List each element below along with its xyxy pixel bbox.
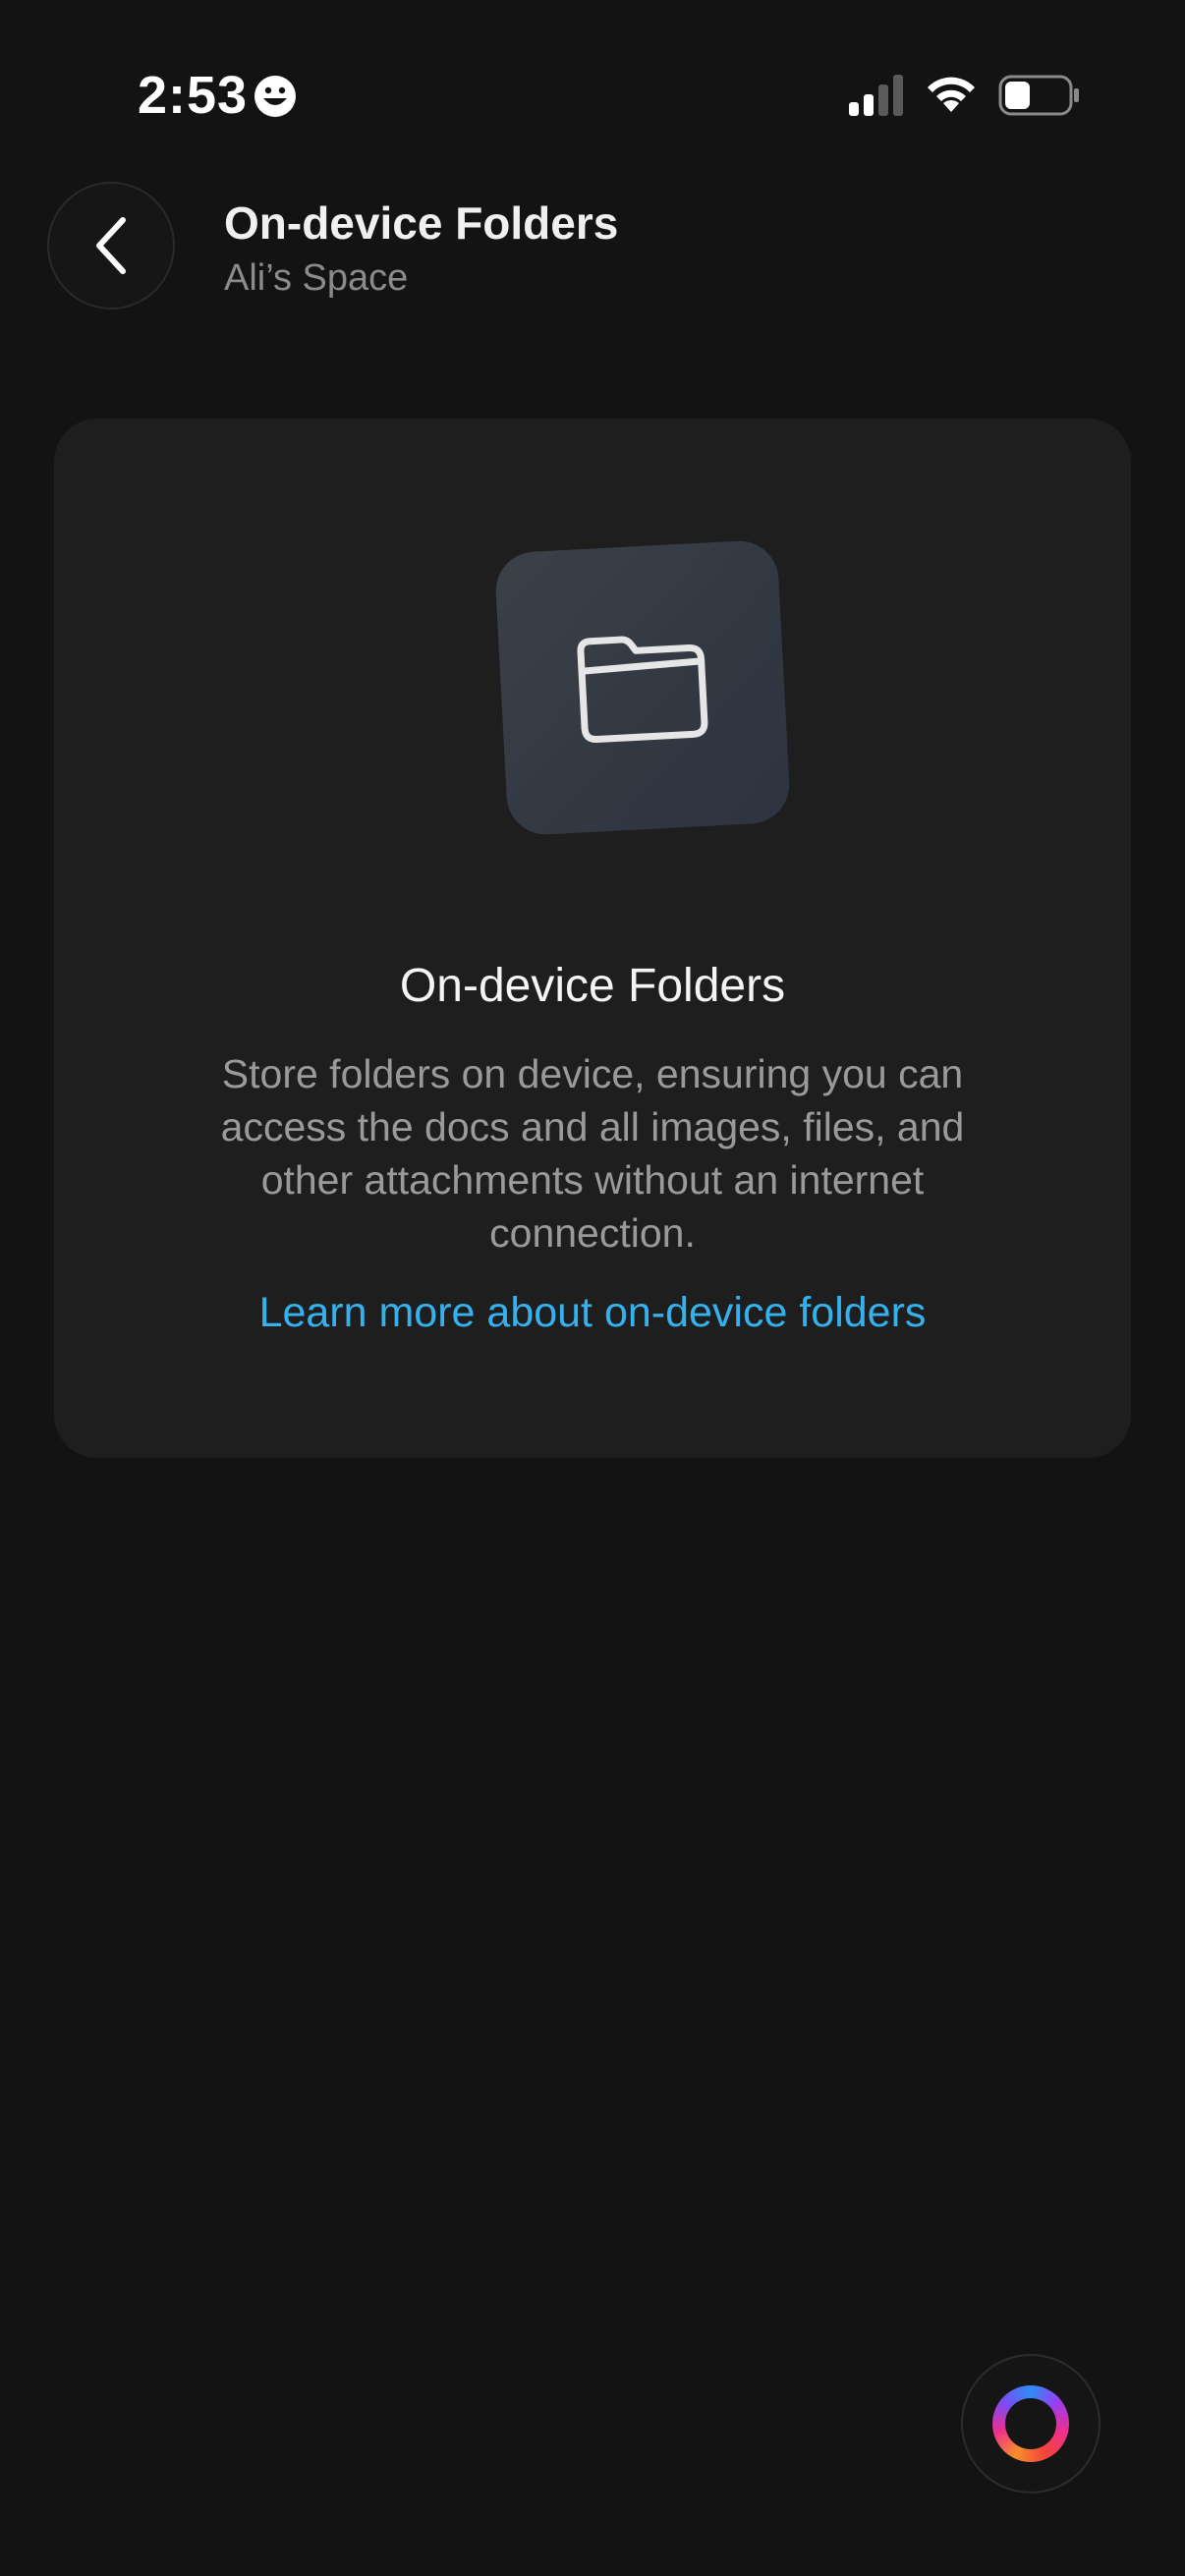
page-title: On-device Folders: [224, 197, 619, 249]
battery-icon: [998, 75, 1079, 116]
status-time: 2:53: [138, 66, 249, 125]
page-subtitle: Ali’s Space: [224, 257, 409, 299]
learn-more-link[interactable]: Learn more about on-device folders: [54, 1289, 1131, 1337]
folder-icon: [577, 636, 708, 743]
info-card: On-device Folders Store folders on devic…: [54, 419, 1131, 1458]
smiley-face-icon: [254, 76, 296, 117]
wifi-icon: [928, 77, 975, 112]
status-bar: 2:53: [0, 0, 1185, 187]
assistant-button[interactable]: [961, 2354, 1100, 2493]
card-title: On-device Folders: [399, 960, 786, 1012]
folder-tile: [493, 538, 792, 837]
assistant-ring-icon: [992, 2385, 1069, 2462]
back-button[interactable]: [47, 182, 175, 309]
card-description: Store folders on device, ensuring you ca…: [220, 1051, 965, 1256]
cellular-signal-icon: [849, 75, 903, 116]
chevron-left-icon: [96, 217, 126, 274]
